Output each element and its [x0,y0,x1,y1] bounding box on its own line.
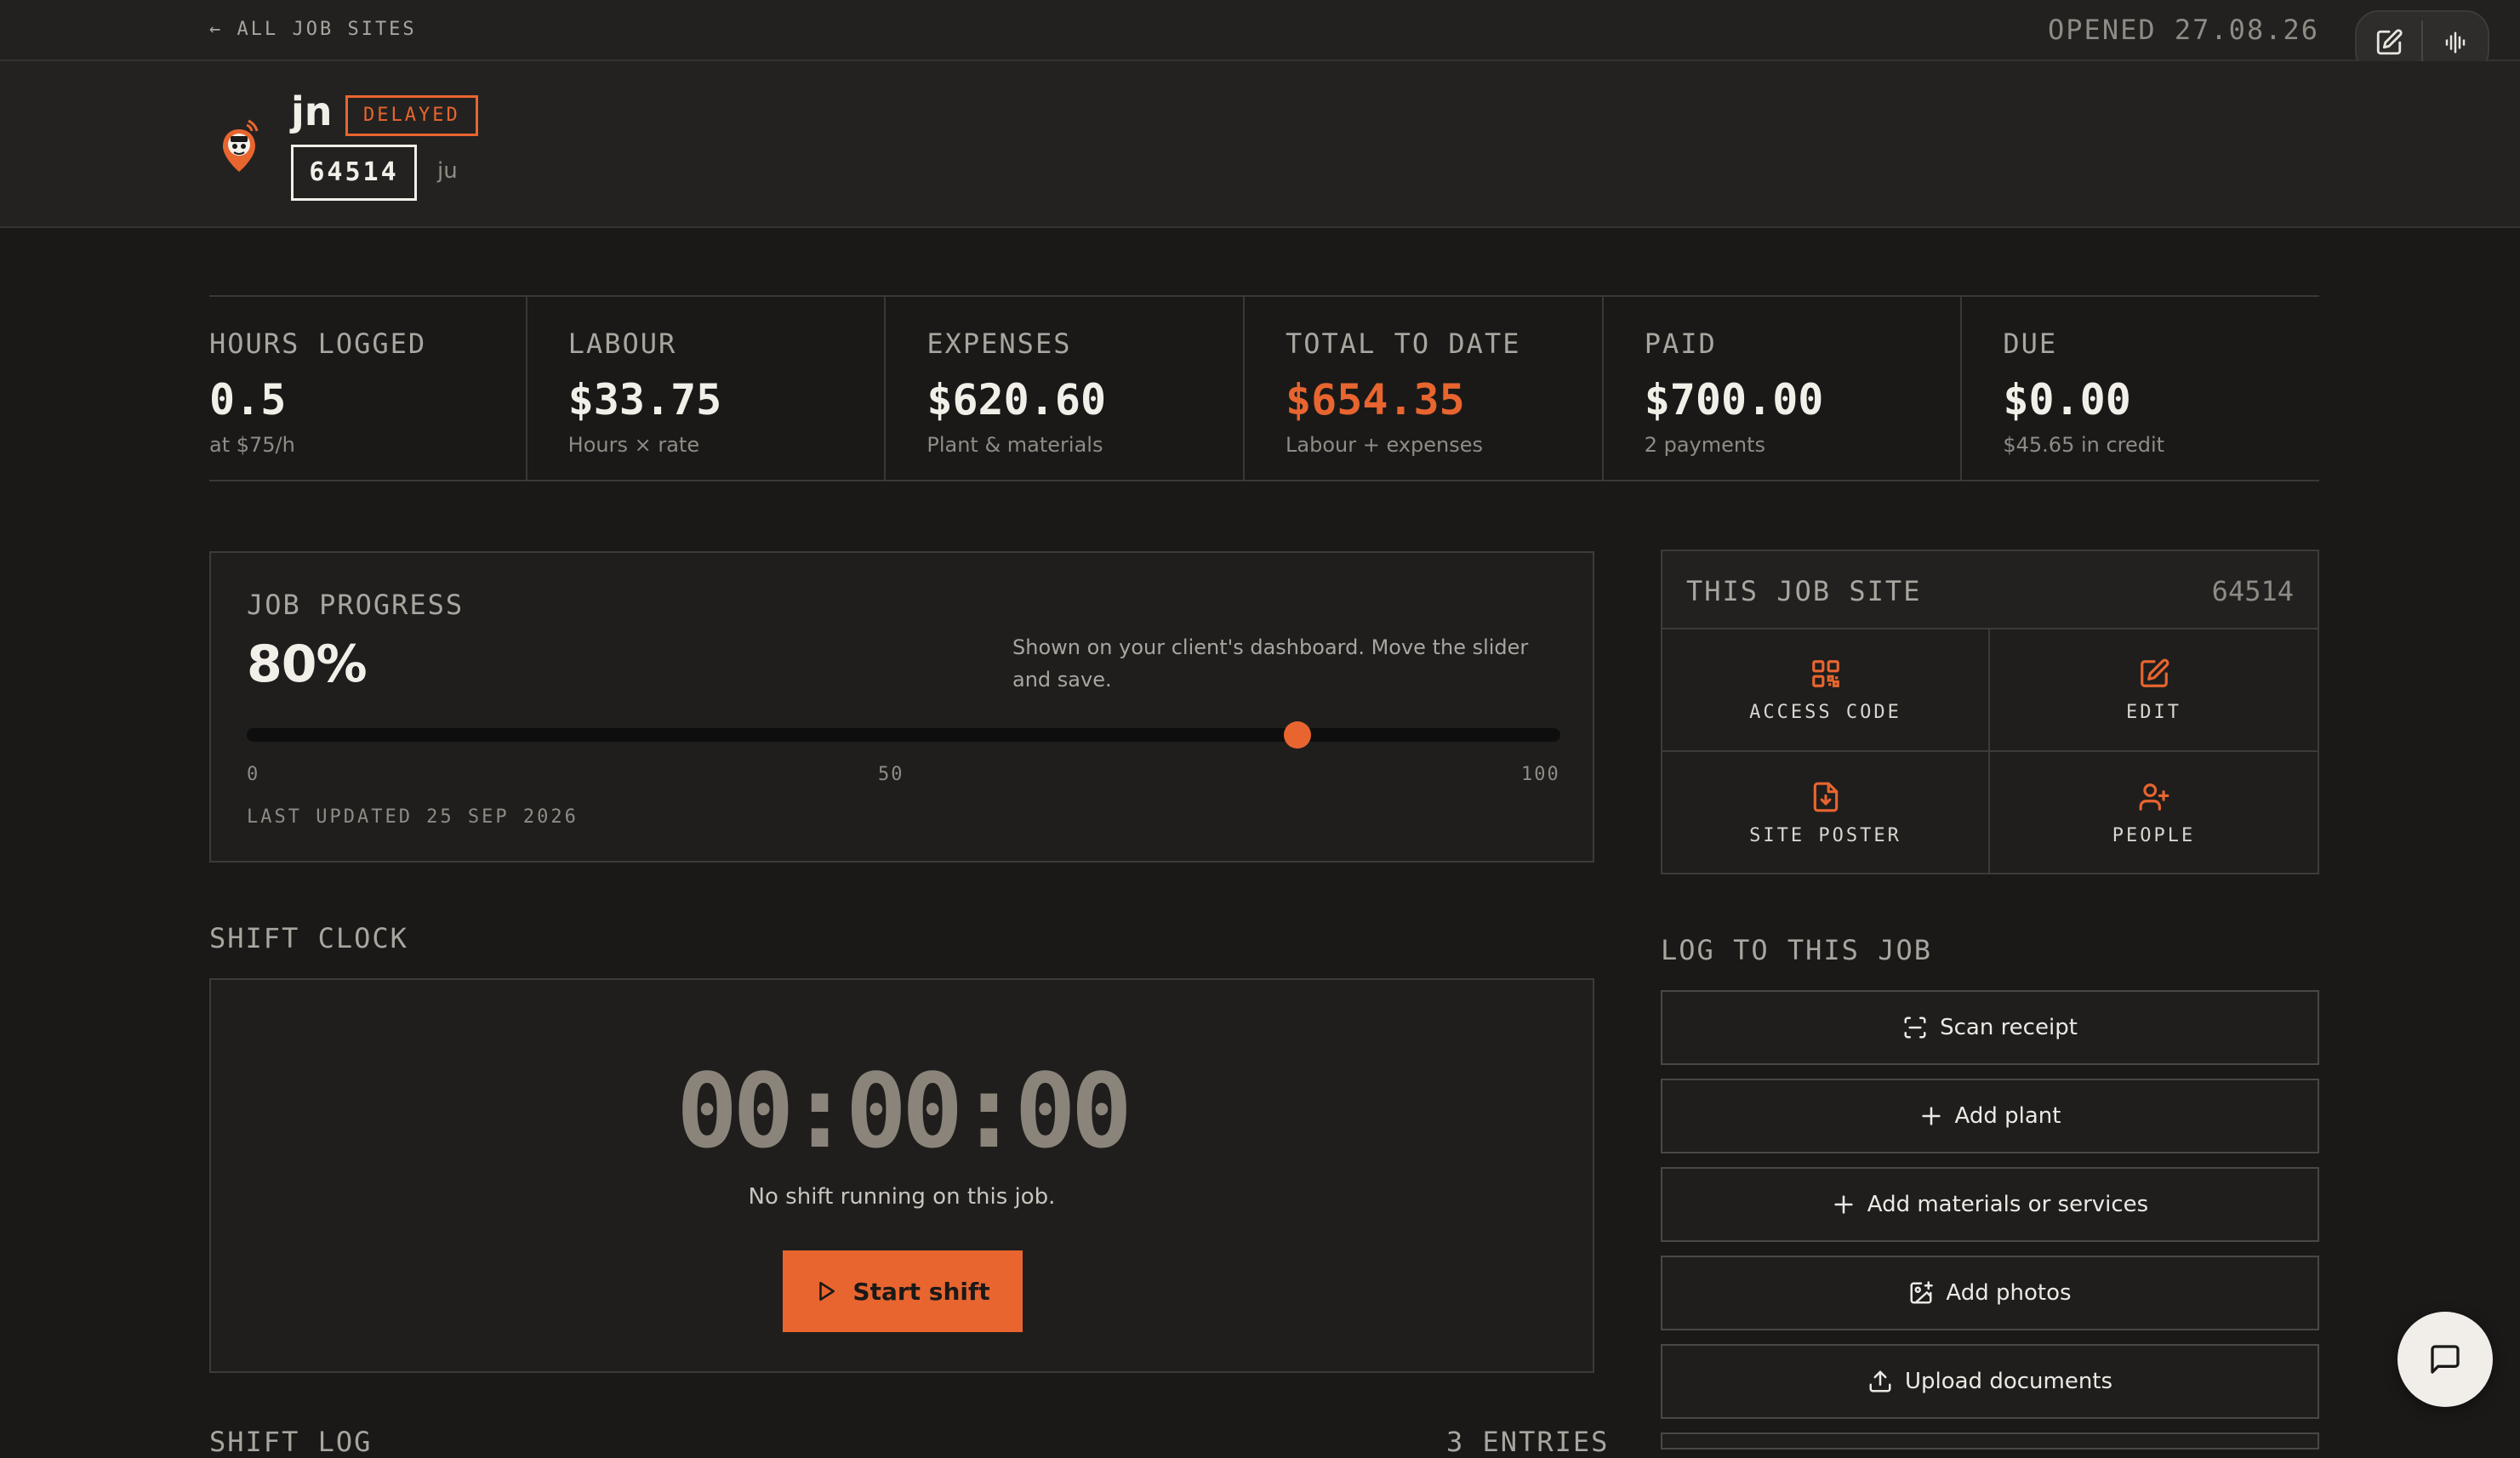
job-site-actions: ACCESS CODE EDIT SITE POSTER PEOPLE [1662,629,2318,874]
status-badge: DELAYED [345,95,478,136]
file-download-icon [1813,782,1838,812]
shift-status: No shift running on this job. [748,1184,1056,1210]
tick-min: 0 [247,764,260,785]
job-site-title: THIS JOB SITE [1686,575,1922,607]
progress-note: Shown on your client's dashboard. Move t… [1012,635,1529,692]
all-job-sites-link[interactable]: ← ALL JOB SITES [209,19,417,40]
stat-hours-logged: HOURS LOGGED 0.5 at $75/h [209,297,526,480]
stat-paid: PAID $700.00 2 payments [1601,297,1961,480]
progress-slider[interactable] [247,721,1560,749]
access-code-label: ACCESS CODE [1749,701,1901,723]
shift-log-title: SHIFT LOG [209,1426,373,1458]
stat-value: $654.35 [1286,375,1465,424]
scan-receipt-label: Scan receipt [1940,1015,2078,1040]
play-icon [819,1281,835,1301]
stat-due: DUE $0.00 $45.65 in credit [1960,297,2319,480]
add-plant-button[interactable]: Add plant [1661,1079,2319,1153]
progress-updated: LAST UPDATED 25 SEP 2026 [247,806,579,828]
chat-icon [2431,1345,2460,1374]
people-label: PEOPLE [2112,824,2196,846]
stat-label: DUE [2003,327,2058,360]
top-bar: ← ALL JOB SITES OPENED 27.08.26 [0,0,2520,61]
access-code-button[interactable]: ACCESS CODE [1662,629,1990,752]
scan-receipt-button[interactable]: Scan receipt [1661,990,2319,1065]
job-site-code: 64514 [2211,575,2294,607]
shift-clock-panel: 00:00:00 No shift running on this job. S… [209,978,1594,1373]
add-photos-button[interactable]: Add photos [1661,1256,2319,1330]
edit-button[interactable]: EDIT [1990,629,2318,752]
job-code: 64514 [291,145,417,201]
upload-icon [1869,1370,1891,1393]
start-shift-button[interactable]: Start shift [783,1250,1023,1332]
shift-log-count: 3 ENTRIES [1446,1426,1610,1458]
plus-icon [1921,1107,1941,1125]
stat-sub: Hours × rate [567,433,700,457]
tick-mid: 50 [878,764,904,785]
stat-label: TOTAL TO DATE [1286,327,1521,360]
job-site-panel: THIS JOB SITE 64514 ACCESS CODE EDIT SIT… [1661,550,2319,874]
stat-total-to-date: TOTAL TO DATE $654.35 Labour + expenses [1243,297,1602,480]
stats-strip: HOURS LOGGED 0.5 at $75/h LABOUR $33.75 … [209,295,2319,481]
stat-sub: $45.65 in credit [2003,433,2165,457]
scan-icon [1904,1017,1926,1039]
add-materials-label: Add materials or services [1867,1192,2149,1217]
stat-labour: LABOUR $33.75 Hours × rate [525,297,885,480]
stat-label: PAID [1644,327,1717,360]
progress-label: JOB PROGRESS [247,589,465,621]
mascot-logo-icon [223,119,259,172]
stat-label: HOURS LOGGED [209,327,427,360]
upload-documents-label: Upload documents [1904,1369,2113,1394]
stat-label: EXPENSES [926,327,1072,360]
image-plus-icon [1910,1281,1934,1304]
user-plus-icon [2139,783,2169,811]
stat-value: $620.60 [926,375,1107,424]
client-name: ju [437,158,458,184]
stat-value: $0.00 [2003,375,2131,424]
stat-expenses: EXPENSES $620.60 Plant & materials [884,297,1243,480]
upload-documents-button[interactable]: Upload documents [1661,1344,2319,1419]
start-shift-label: Start shift [852,1277,990,1306]
site-poster-label: SITE POSTER [1749,824,1901,846]
job-header: jn DELAYED 64514 ju [0,61,2520,228]
stat-sub: Labour + expenses [1286,433,1483,457]
site-poster-button[interactable]: SITE POSTER [1662,752,1990,874]
stat-sub: at $75/h [209,433,295,457]
shift-timer: 00:00:00 [676,1053,1132,1171]
edit-label: EDIT [2126,701,2181,723]
stat-value: $33.75 [567,375,722,424]
next-log-button[interactable] [1661,1432,2319,1449]
stat-label: LABOUR [567,327,677,360]
chat-button[interactable] [2397,1312,2493,1407]
progress-fill [247,728,1298,742]
progress-value: 80% [247,635,368,694]
job-progress-panel: JOB PROGRESS 80% Shown on your client's … [209,551,1594,863]
job-site-header: THIS JOB SITE 64514 [1662,551,2318,629]
progress-slider-thumb[interactable] [1284,721,1312,749]
stat-value: 0.5 [209,375,287,424]
people-button[interactable]: PEOPLE [1990,752,2318,874]
edit-icon [2376,29,2403,55]
tick-max: 100 [1521,764,1560,785]
plus-icon [1834,1195,1853,1214]
stat-sub: 2 payments [1644,433,1765,457]
opened-date: OPENED 27.08.26 [2048,14,2319,46]
stat-value: $700.00 [1644,375,1824,424]
qr-code-icon [1811,659,1839,687]
voice-icon [2445,31,2466,54]
job-name: jn [291,88,333,134]
add-photos-label: Add photos [1946,1280,2072,1306]
edit-icon [2140,658,2169,687]
add-materials-button[interactable]: Add materials or services [1661,1167,2319,1242]
shift-clock-title: SHIFT CLOCK [209,922,408,954]
log-to-job-title: LOG TO THIS JOB [1661,934,1932,966]
stat-sub: Plant & materials [926,433,1103,457]
add-plant-label: Add plant [1954,1103,2061,1129]
